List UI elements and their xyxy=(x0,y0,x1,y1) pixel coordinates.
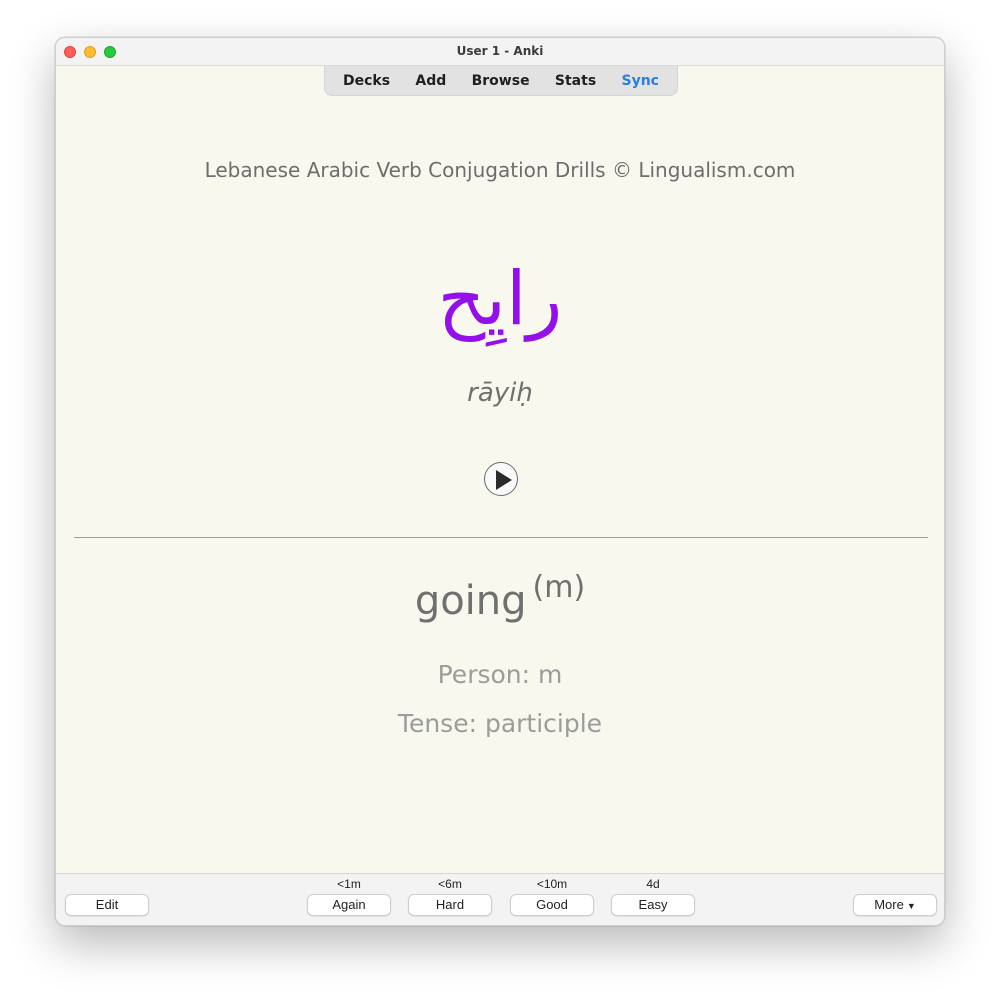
meaning-gender: (m) xyxy=(532,570,586,605)
deck-title: Lebanese Arabic Verb Conjugation Drills … xyxy=(204,158,796,182)
more-button[interactable]: More ▼ xyxy=(853,894,937,916)
meaning: going (m) xyxy=(56,570,944,624)
good-button[interactable]: Good xyxy=(510,894,594,916)
again-interval: <1m xyxy=(337,877,361,891)
caret-down-icon: ▼ xyxy=(906,901,916,911)
toolbar-add[interactable]: Add xyxy=(415,73,446,89)
card-content: Lebanese Arabic Verb Conjugation Drills … xyxy=(56,96,944,873)
meaning-text: going xyxy=(414,578,527,624)
main-toolbar: Decks Add Browse Stats Sync xyxy=(324,66,678,96)
answer-divider xyxy=(74,537,928,538)
more-label: More xyxy=(874,897,904,912)
transliteration: rāyiḥ xyxy=(467,378,533,408)
toolbar-stats[interactable]: Stats xyxy=(555,73,596,89)
toolbar-browse[interactable]: Browse xyxy=(472,73,530,89)
play-audio-button[interactable] xyxy=(484,462,518,496)
edit-button[interactable]: Edit xyxy=(65,894,149,916)
window-title: User 1 - Anki xyxy=(456,44,544,58)
again-button[interactable]: Again xyxy=(307,894,391,916)
arabic-word: رايِح xyxy=(437,256,563,342)
easy-interval: 4d xyxy=(646,877,660,891)
person-detail: Person: m xyxy=(437,660,563,689)
anki-window: User 1 - Anki Decks Add Browse Stats Syn… xyxy=(55,37,945,926)
title-bar: User 1 - Anki xyxy=(56,38,944,66)
toolbar-decks[interactable]: Decks xyxy=(343,73,390,89)
good-interval: <10m xyxy=(536,877,568,891)
toolbar-sync[interactable]: Sync xyxy=(621,73,658,89)
tense-detail: Tense: participle xyxy=(397,709,603,738)
hard-button[interactable]: Hard xyxy=(408,894,492,916)
hard-interval: <6m xyxy=(438,877,462,891)
review-bar: Edit <1m Again <6m Hard <10m Good 4d Eas… xyxy=(56,873,944,925)
easy-button[interactable]: Easy xyxy=(611,894,695,916)
play-icon xyxy=(496,470,512,490)
